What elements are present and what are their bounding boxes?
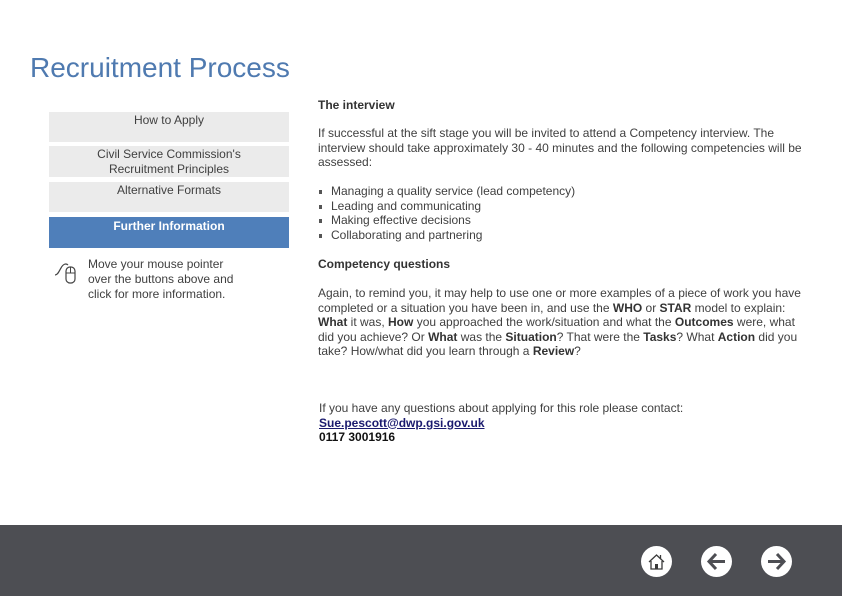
home-icon	[648, 554, 665, 570]
contact-email-link[interactable]: Sue.pescott@dwp.gsi.gov.uk	[319, 416, 799, 431]
interview-text: If successful at the sift stage you will…	[318, 126, 802, 169]
next-button[interactable]	[761, 546, 792, 577]
contact-phone: 0117 3001916	[319, 430, 396, 444]
menu-button-label: Alternative Formats	[116, 183, 222, 197]
contact-block: If you have any questions about applying…	[319, 401, 799, 445]
menu-button-label: How to Apply	[133, 113, 205, 127]
competency-questions-text: Again, to remind you, it may help to use…	[318, 286, 801, 358]
arrow-right-icon	[768, 552, 787, 571]
contact-text: If you have any questions about applying…	[319, 401, 684, 415]
mouse-icon	[54, 263, 76, 284]
menu-button-how-to-apply[interactable]: How to Apply	[49, 112, 289, 142]
competency-list: Managing a quality service (lead compete…	[318, 184, 575, 242]
arrow-left-icon	[706, 552, 725, 571]
menu-button-further-information[interactable]: Further Information	[49, 217, 289, 248]
competency-item: Managing a quality service (lead compete…	[318, 184, 575, 199]
menu-button-label: Civil Service Commission's Recruitment P…	[97, 147, 241, 176]
home-button[interactable]	[641, 546, 672, 577]
back-button[interactable]	[701, 546, 732, 577]
hint-text: Move your mouse pointer over the buttons…	[88, 257, 234, 301]
competency-questions-heading: Competency questions	[318, 257, 451, 271]
menu-button-label: Further Information	[113, 219, 225, 233]
menu-button-recruitment-principles[interactable]: Civil Service Commission's Recruitment P…	[49, 146, 289, 177]
interview-heading: The interview	[318, 98, 395, 112]
page-title: Recruitment Process	[30, 52, 290, 83]
competency-item: Collaborating and partnering	[318, 228, 575, 243]
competency-item: Making effective decisions	[318, 213, 575, 228]
footer-bar	[0, 525, 842, 596]
competency-item: Leading and communicating	[318, 199, 575, 214]
menu-button-alternative-formats[interactable]: Alternative Formats	[49, 182, 289, 212]
